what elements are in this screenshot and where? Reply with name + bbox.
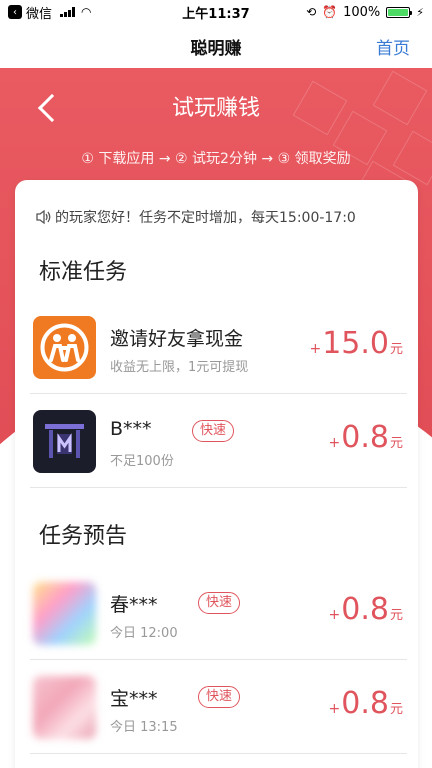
blurred-app-icon [33,582,96,645]
reward-plus: + [328,435,341,451]
reward-plus: + [328,701,341,717]
battery-icon [386,6,413,18]
signal-icon [60,7,76,17]
task-time: 今日 12:00 [110,626,178,641]
section-title-preview: 任务预告 [39,524,128,549]
task-time: 今日 13:15 [110,720,178,735]
steps-guide: ① 下载应用 → ② 试玩2分钟 → ③ 领取奖励 [81,151,351,167]
battery-percent: 100% [343,4,381,20]
task-row[interactable]: 邀请好友拿现金 收益无上限，1元可提现 + 15.0 元 [30,300,407,394]
notice-text: 的玩家您好！任务不定时增加，每天15:00-17:0 [55,210,356,226]
wifi-icon: ◠ [81,5,92,19]
alarm-icon: ⏰ [322,5,338,19]
blurred-app-icon [33,676,96,739]
nav-bar: 聪明赚 首页 [0,24,432,68]
reward-amount: + 15.0 元 [309,326,403,361]
invite-friends-icon [33,316,96,379]
nav-title: 聪明赚 [190,38,242,59]
charging-icon: ⚡ [416,5,424,19]
speaker-icon [36,209,51,225]
task-subtitle: 不足100份 [110,454,174,469]
reward-plus: + [309,341,322,357]
task-name: 春*** [110,594,158,616]
back-to-app-icon[interactable]: ‹ [8,5,22,19]
reward-amount: + 0.8 元 [329,686,403,721]
notice-marquee: 的玩家您好！任务不定时增加，每天15:00-17:0 [35,206,415,228]
reward-value: 0.8 [341,686,389,721]
reward-unit: 元 [389,436,403,451]
reward-unit: 元 [389,702,403,717]
task-name: B*** [110,418,152,440]
task-card: 的玩家您好！任务不定时增加，每天15:00-17:0 标准任务 邀请好友拿现金 … [15,180,418,768]
reward-value: 0.8 [341,420,389,455]
reward-plus: + [328,607,341,623]
reward-amount: + 0.8 元 [329,592,403,627]
reward-unit: 元 [389,608,403,623]
task-row[interactable]: 宝*** 快速 今日 13:15 + 0.8 元 [30,660,407,754]
game-app-icon [33,410,96,473]
reward-value: 0.8 [341,592,389,627]
status-bar: ‹ 微信 ◠ 上午11:37 ⟲ ⏰ 100% ⚡ [0,0,432,24]
task-subtitle: 收益无上限，1元可提现 [110,360,249,375]
task-name: 宝*** [110,688,158,710]
reward-unit: 元 [389,342,403,357]
section-title-standard: 标准任务 [39,260,128,285]
fast-badge: 快速 [192,420,235,442]
task-row[interactable]: 春*** 快速 今日 12:00 + 0.8 元 [30,566,407,660]
task-name: 邀请好友拿现金 [110,328,244,350]
home-link[interactable]: 首页 [376,34,410,59]
reward-value: 15.0 [322,326,389,361]
page-title: 试玩赚钱 [171,96,260,121]
reward-amount: + 0.8 元 [329,420,403,455]
task-row[interactable]: B*** 快速 不足100份 + 0.8 元 [30,394,407,488]
fast-badge: 快速 [198,592,241,614]
back-app-label[interactable]: 微信 [26,3,52,22]
orientation-lock-icon: ⟲ [306,5,317,19]
fast-badge: 快速 [198,686,241,708]
